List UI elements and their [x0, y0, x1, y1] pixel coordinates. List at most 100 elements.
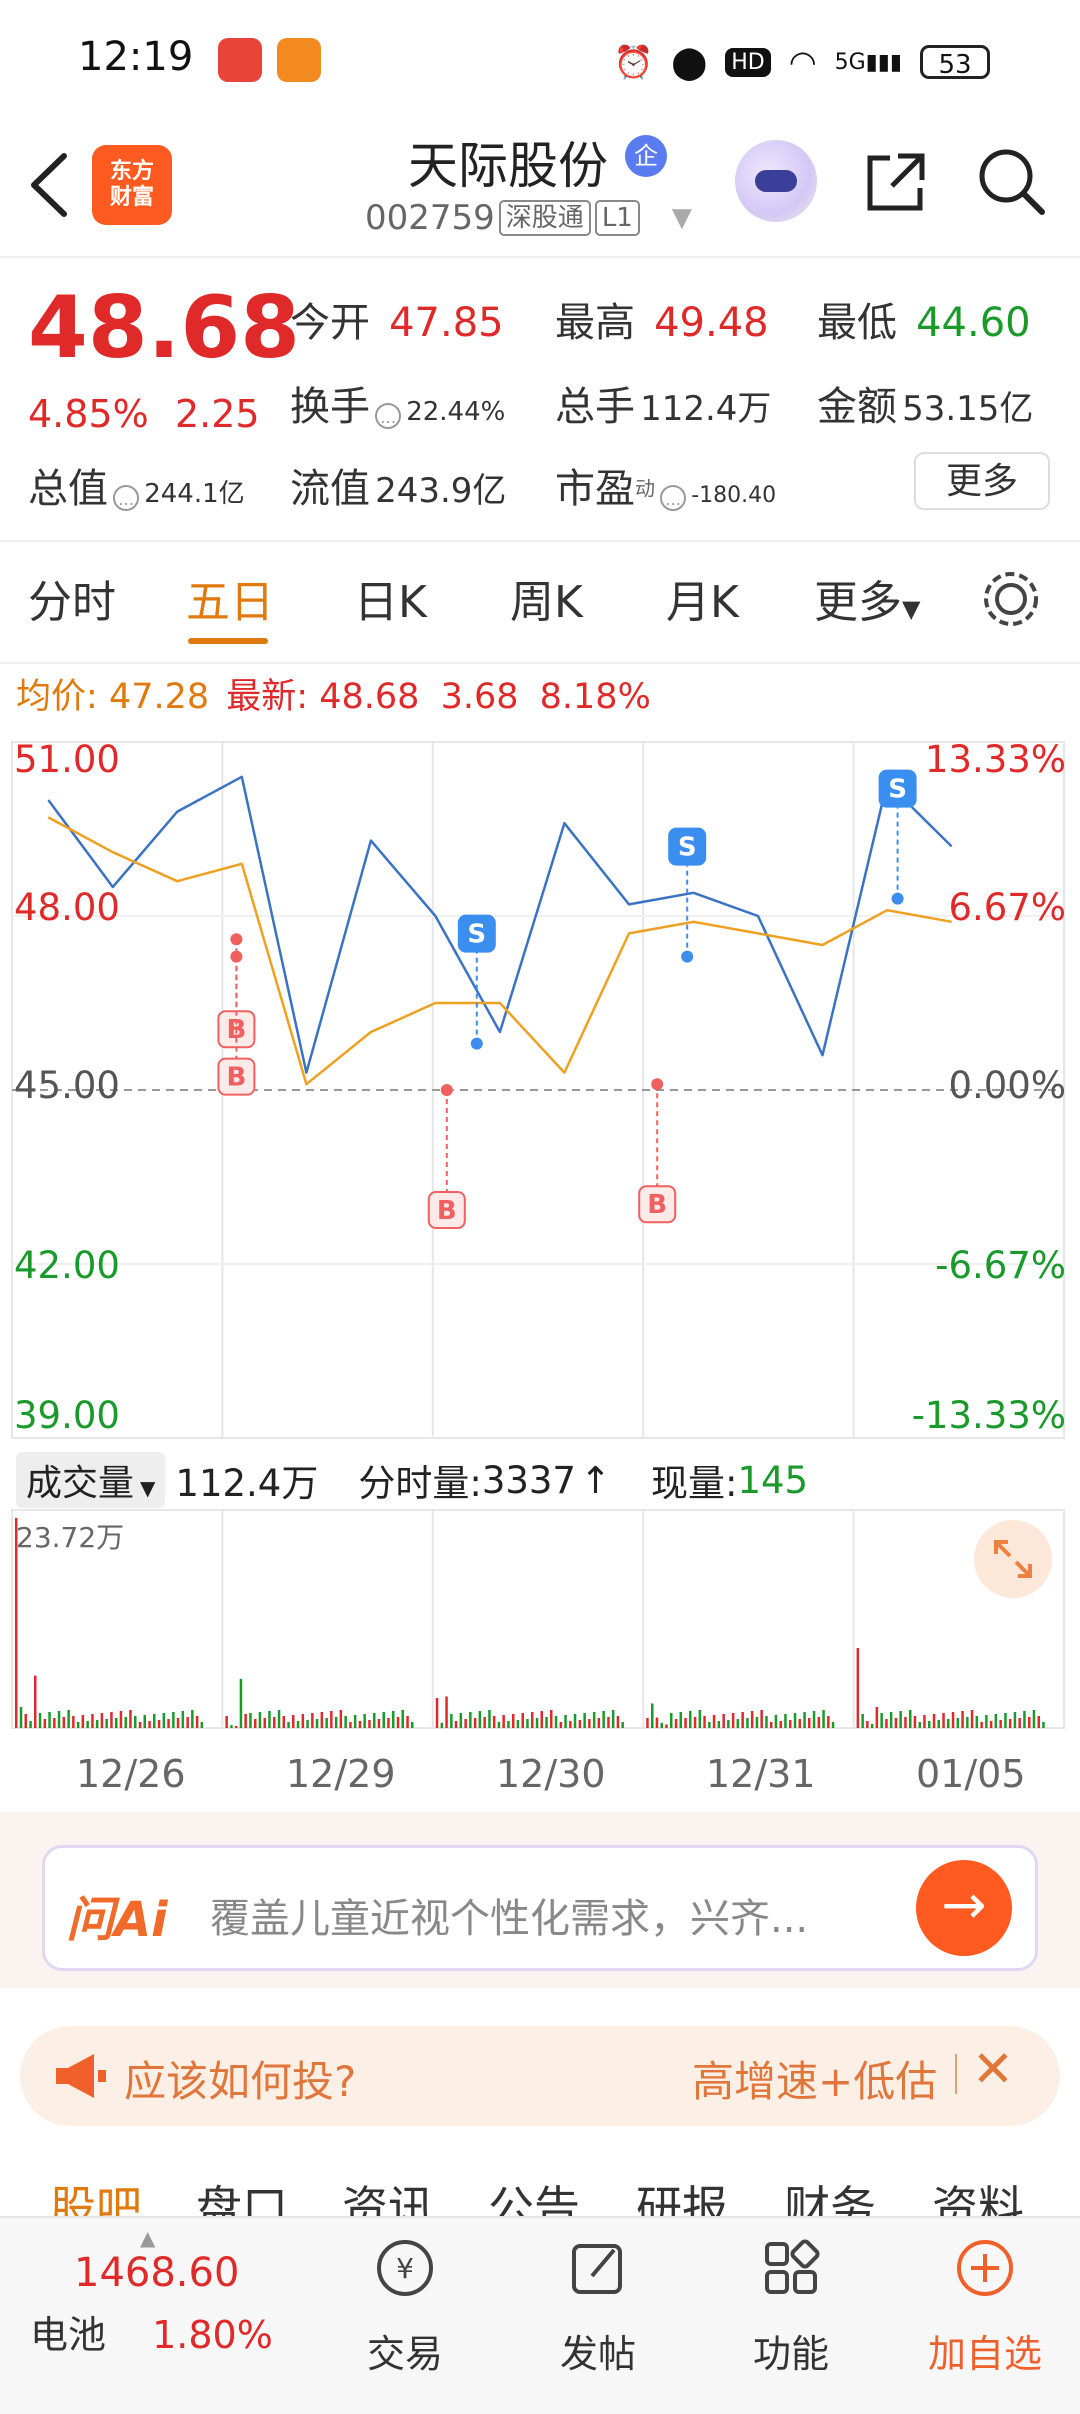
volume-max-label: 23.72万: [16, 1521, 125, 1554]
volume-bar: [344, 1716, 347, 1728]
marker-point: [651, 1078, 664, 1091]
more-button[interactable]: 更多: [914, 452, 1050, 510]
volume-bar: [817, 1717, 821, 1728]
volume-bar: [373, 1713, 376, 1728]
tab-more[interactable]: 更多▼: [814, 566, 920, 630]
volume-bar: [894, 1718, 898, 1728]
search-icon[interactable]: [976, 146, 1048, 218]
volume-bar: [225, 1716, 228, 1728]
tab-weekly-k[interactable]: 周K: [510, 566, 583, 630]
turnover-stat[interactable]: 换手 … 22.44%: [290, 374, 505, 432]
mktcap-stat[interactable]: 总值 … 244.1亿: [28, 456, 245, 514]
index-value: 1468.60: [74, 2250, 240, 2296]
caret-down-icon: ▼: [140, 1476, 156, 1500]
volume-bar: [254, 1719, 257, 1728]
volume-bar: [392, 1711, 395, 1728]
volume-bar: [774, 1715, 778, 1728]
volume-bar: [531, 1712, 534, 1728]
volume-bar: [880, 1713, 883, 1728]
volume-bar: [961, 1711, 964, 1728]
y-tick-left: 48.00: [14, 886, 120, 929]
edit-icon: [572, 2244, 622, 2294]
volume-bar: [95, 1720, 99, 1728]
volume-bar: [115, 1718, 118, 1728]
low-stat: 最低 44.60: [817, 290, 1031, 348]
marker-label: B: [437, 1196, 457, 1226]
open-value: 47.85: [389, 300, 504, 346]
volume-bar: [564, 1715, 567, 1728]
volume-bar: [469, 1712, 472, 1728]
ai-suggestion-text[interactable]: 覆盖儿童近视个性化需求，兴齐...: [210, 1886, 870, 1944]
tab-intraday[interactable]: 分时: [28, 566, 116, 630]
nav-add-watchlist[interactable]: 加自选: [910, 2230, 1060, 2378]
sector-index[interactable]: ▲ 1468.60 电池 1.80%: [30, 2226, 330, 2359]
marker-point: [470, 1037, 483, 1050]
volume-bar: [134, 1716, 137, 1728]
settings-icon[interactable]: [980, 568, 1042, 630]
last-price: 48.68: [28, 278, 301, 378]
volume-bar: [277, 1710, 281, 1728]
volume-bar: [445, 1696, 448, 1728]
expand-chart-button[interactable]: [974, 1520, 1052, 1598]
hd-icon: HD: [725, 47, 771, 77]
volume-bar: [483, 1717, 486, 1728]
avg-label: 均价:: [16, 677, 98, 717]
volume-bar: [689, 1711, 692, 1728]
volume-bar: [153, 1714, 156, 1728]
volume-bar: [81, 1715, 85, 1728]
volume-bar: [727, 1720, 730, 1728]
volume-bar: [167, 1719, 170, 1728]
volume-chart[interactable]: [0, 1508, 1080, 1758]
tab-monthly-k[interactable]: 月K: [666, 566, 739, 630]
volume-bar: [684, 1718, 687, 1728]
volume-bar: [143, 1715, 146, 1728]
marker-label: S: [678, 833, 697, 863]
connect-tag: 深股通: [498, 200, 591, 236]
tab-five-day[interactable]: 五日: [186, 566, 274, 630]
y-tick-left: 51.00: [14, 738, 120, 781]
y-tick-left: 42.00: [14, 1244, 120, 1287]
price-chart[interactable]: BBSBSBS: [0, 720, 1080, 1450]
index-pct: 1.80%: [152, 2313, 273, 2357]
volume-bar: [368, 1720, 371, 1728]
volume-bar: [282, 1716, 285, 1728]
open-label: 今开: [290, 300, 370, 346]
pe-stat[interactable]: 市盈动 … -180.40: [555, 456, 776, 514]
volume-bar: [899, 1711, 902, 1728]
tab-daily-k[interactable]: 日K: [354, 566, 427, 630]
ai-robot-avatar[interactable]: [735, 140, 817, 222]
volume-bar: [789, 1720, 792, 1728]
marker-label: S: [888, 775, 907, 805]
volume-bar: [831, 1722, 835, 1728]
share-icon[interactable]: [862, 148, 930, 216]
volume-bar: [741, 1712, 744, 1728]
volume-bar: [803, 1712, 806, 1728]
close-icon[interactable]: ✕: [972, 2040, 1014, 2098]
volume-bar: [693, 1717, 697, 1728]
volume-bar: [43, 1719, 47, 1728]
nav-features[interactable]: 功能: [716, 2230, 866, 2378]
marker-point: [681, 950, 694, 963]
nav-features-label: 功能: [752, 2332, 829, 2376]
active-tab-indicator: [188, 638, 268, 644]
volume-bar: [947, 1719, 950, 1728]
alarm-icon: ⏰: [613, 43, 654, 81]
volume-dropdown[interactable]: 成交量 ▼: [16, 1452, 166, 1508]
pe-sup: 动: [635, 476, 655, 501]
volume-bar: [578, 1720, 582, 1728]
volume-bar: [67, 1710, 70, 1728]
nav-trade[interactable]: ¥ 交易: [330, 2230, 480, 2378]
volume-bar: [100, 1713, 104, 1728]
volume-bar: [746, 1718, 749, 1728]
back-icon[interactable]: [26, 150, 70, 220]
ai-go-button[interactable]: →: [916, 1860, 1012, 1956]
volume-bar: [110, 1712, 113, 1728]
volume-bar: [703, 1716, 706, 1728]
volume-bar: [377, 1719, 381, 1728]
stock-code-row[interactable]: 002759 深股通 L1 ▼: [365, 198, 692, 238]
turnover-value: 22.44%: [406, 397, 506, 427]
marker-point: [891, 892, 904, 905]
volume-bar: [923, 1715, 926, 1728]
nav-post[interactable]: 发帖: [523, 2230, 673, 2378]
volume-bar: [19, 1707, 23, 1728]
